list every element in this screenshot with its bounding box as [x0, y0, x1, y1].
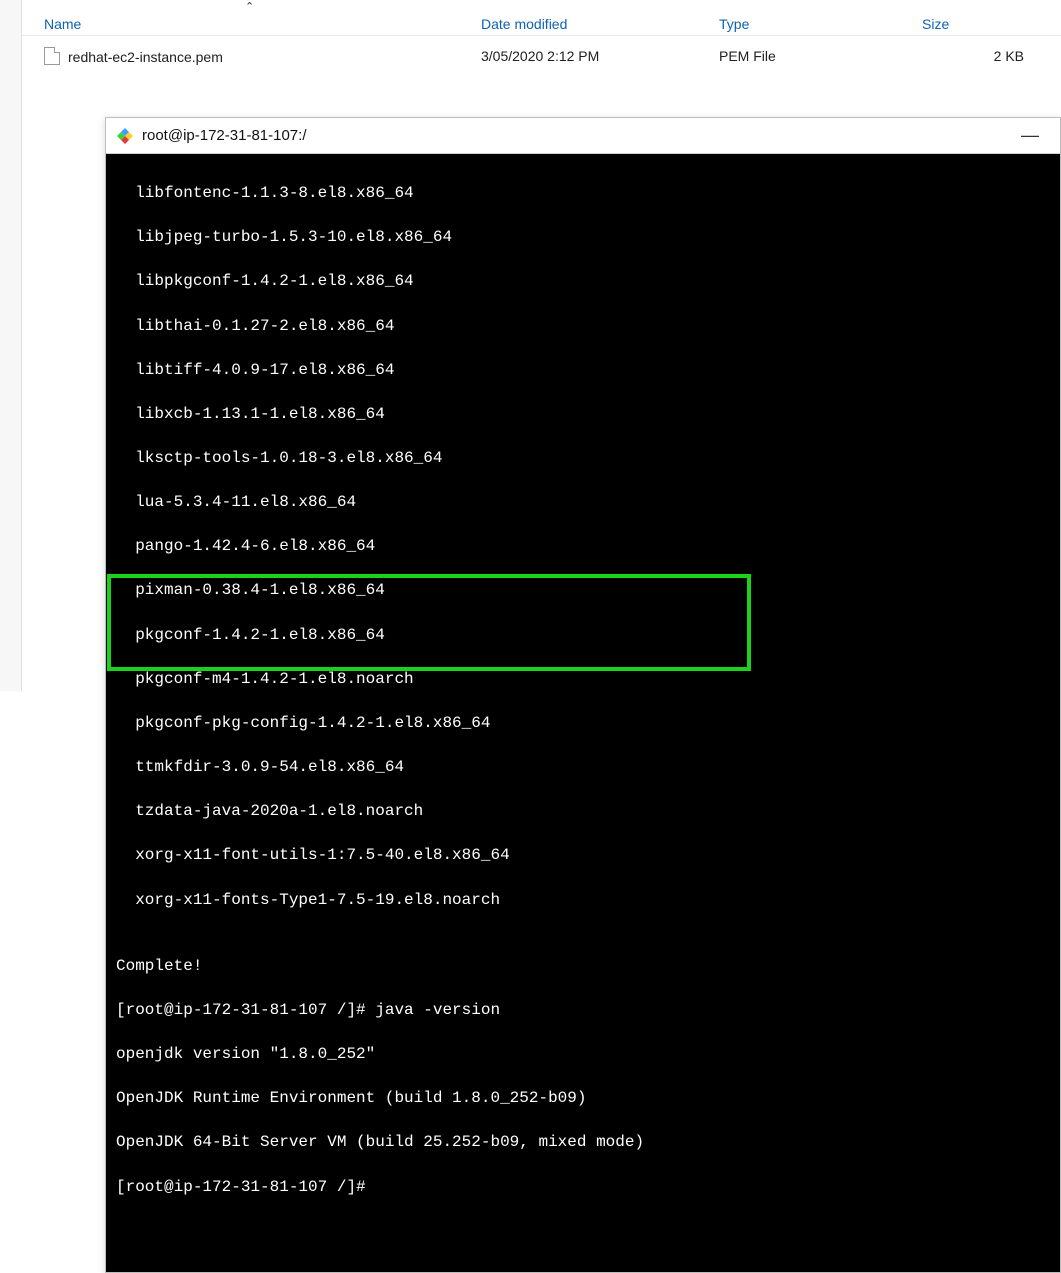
term-line: lua-5.3.4-11.el8.x86_64: [116, 491, 1060, 513]
column-header-type[interactable]: Type: [719, 16, 922, 32]
terminal-titlebar[interactable]: root@ip-172-31-81-107:/ —: [106, 118, 1060, 154]
term-line: lksctp-tools-1.0.18-3.el8.x86_64: [116, 447, 1060, 469]
term-line: pkgconf-m4-1.4.2-1.el8.noarch: [116, 668, 1060, 690]
term-line: tzdata-java-2020a-1.el8.noarch: [116, 800, 1060, 822]
term-line: pango-1.42.4-6.el8.x86_64: [116, 535, 1060, 557]
term-prompt-line: [root@ip-172-31-81-107 /]#: [116, 1176, 1060, 1198]
terminal-window: root@ip-172-31-81-107:/ — libfontenc-1.1…: [105, 117, 1061, 1273]
term-line: libxcb-1.13.1-1.el8.x86_64: [116, 403, 1060, 425]
term-line: pixman-0.38.4-1.el8.x86_64: [116, 579, 1060, 601]
column-header-name[interactable]: Name: [22, 16, 481, 32]
file-row[interactable]: redhat-ec2-instance.pem 3/05/2020 2:12 P…: [22, 36, 1061, 72]
term-line: Complete!: [116, 955, 1060, 977]
sidebar-edge: [0, 0, 22, 691]
term-line: pkgconf-pkg-config-1.4.2-1.el8.x86_64: [116, 712, 1060, 734]
file-cell-date: 3/05/2020 2:12 PM: [481, 48, 719, 64]
app-icon: [116, 127, 134, 145]
term-line: libtiff-4.0.9-17.el8.x86_64: [116, 359, 1060, 381]
file-cell-size: 2 KB: [922, 48, 1042, 64]
column-header-row: Name Date modified Type Size: [22, 0, 1061, 36]
column-header-date[interactable]: Date modified: [481, 16, 719, 32]
term-line: libjpeg-turbo-1.5.3-10.el8.x86_64: [116, 226, 1060, 248]
term-line: OpenJDK 64-Bit Server VM (build 25.252-b…: [116, 1131, 1060, 1153]
terminal-body[interactable]: libfontenc-1.1.3-8.el8.x86_64 libjpeg-tu…: [106, 154, 1060, 1272]
term-line: pkgconf-1.4.2-1.el8.x86_64: [116, 624, 1060, 646]
term-line: xorg-x11-fonts-Type1-7.5-19.el8.noarch: [116, 889, 1060, 911]
file-explorer: ⌃ Name Date modified Type Size redhat-ec…: [22, 0, 1061, 72]
file-name-text: redhat-ec2-instance.pem: [68, 49, 223, 65]
file-icon: [44, 47, 60, 65]
term-line: OpenJDK Runtime Environment (build 1.8.0…: [116, 1087, 1060, 1109]
term-line: xorg-x11-font-utils-1:7.5-40.el8.x86_64: [116, 844, 1060, 866]
column-header-size[interactable]: Size: [922, 16, 1042, 32]
file-cell-type: PEM File: [719, 48, 922, 64]
minimize-button[interactable]: —: [1010, 125, 1050, 146]
file-cell-name: redhat-ec2-instance.pem: [22, 47, 481, 65]
term-line: openjdk version "1.8.0_252": [116, 1043, 1060, 1065]
term-line: ttmkfdir-3.0.9-54.el8.x86_64: [116, 756, 1060, 778]
term-line: libfontenc-1.1.3-8.el8.x86_64: [116, 182, 1060, 204]
term-line: libpkgconf-1.4.2-1.el8.x86_64: [116, 270, 1060, 292]
terminal-title: root@ip-172-31-81-107:/: [142, 127, 307, 144]
sort-indicator-icon: ⌃: [245, 0, 254, 13]
term-line: [root@ip-172-31-81-107 /]# java -version: [116, 999, 1060, 1021]
term-line: libthai-0.1.27-2.el8.x86_64: [116, 315, 1060, 337]
